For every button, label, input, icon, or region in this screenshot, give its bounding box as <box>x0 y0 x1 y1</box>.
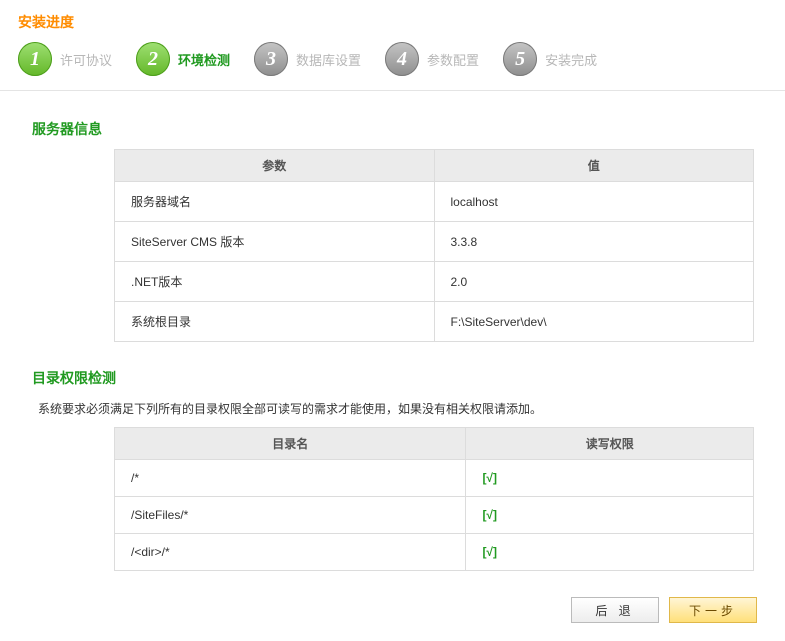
table-row: /<dir>/* [√] <box>115 534 754 571</box>
perm-status: [√] <box>466 534 754 571</box>
step-circle-icon: 2 <box>136 42 170 76</box>
next-button[interactable]: 下一步 <box>669 597 757 623</box>
perm-check-header-perm: 读写权限 <box>466 428 754 460</box>
server-info-param: 系统根目录 <box>115 302 435 342</box>
button-bar: 后 退 下一步 <box>0 597 785 641</box>
back-button[interactable]: 后 退 <box>571 597 659 623</box>
server-info-param: .NET版本 <box>115 262 435 302</box>
check-icon: [√] <box>482 471 497 485</box>
perm-dir: /<dir>/* <box>115 534 466 571</box>
perm-dir: /* <box>115 460 466 497</box>
check-icon: [√] <box>482 545 497 559</box>
perm-check-table: 目录名 读写权限 /* [√] /SiteFiles/* [√] /<dir>/* [√] <box>114 427 754 571</box>
table-row: SiteServer CMS 版本3.3.8 <box>115 222 754 262</box>
server-info-value: 3.3.8 <box>434 222 754 262</box>
page-title: 安装进度 <box>0 0 785 40</box>
server-info-body: 服务器域名localhostSiteServer CMS 版本3.3.8.NET… <box>115 182 754 342</box>
step-2: 2 环境检测 <box>136 42 230 76</box>
perm-status: [√] <box>466 460 754 497</box>
step-label: 数据库设置 <box>296 50 361 69</box>
server-info-param: 服务器域名 <box>115 182 435 222</box>
step-4: 4 参数配置 <box>385 42 479 76</box>
server-info-table: 参数 值 服务器域名localhostSiteServer CMS 版本3.3.… <box>114 149 754 342</box>
server-info-value: F:\SiteServer\dev\ <box>434 302 754 342</box>
perm-status: [√] <box>466 497 754 534</box>
server-info-title: 服务器信息 <box>32 119 757 139</box>
step-label: 环境检测 <box>178 50 230 69</box>
table-row: /SiteFiles/* [√] <box>115 497 754 534</box>
table-row: 系统根目录F:\SiteServer\dev\ <box>115 302 754 342</box>
step-label: 安装完成 <box>545 50 597 69</box>
table-row: 服务器域名localhost <box>115 182 754 222</box>
check-icon: [√] <box>482 508 497 522</box>
step-label: 许可协议 <box>60 50 112 69</box>
perm-dir: /SiteFiles/* <box>115 497 466 534</box>
step-1: 1 许可协议 <box>18 42 112 76</box>
table-row: .NET版本2.0 <box>115 262 754 302</box>
server-info-header-value: 值 <box>434 150 754 182</box>
step-circle-icon: 5 <box>503 42 537 76</box>
step-3: 3 数据库设置 <box>254 42 361 76</box>
table-row: /* [√] <box>115 460 754 497</box>
step-circle-icon: 3 <box>254 42 288 76</box>
divider <box>0 90 785 91</box>
perm-check-body: /* [√] /SiteFiles/* [√] /<dir>/* [√] <box>115 460 754 571</box>
step-label: 参数配置 <box>427 50 479 69</box>
server-info-header-param: 参数 <box>115 150 435 182</box>
step-circle-icon: 4 <box>385 42 419 76</box>
server-info-value: 2.0 <box>434 262 754 302</box>
perm-check-desc: 系统要求必须满足下列所有的目录权限全部可读写的需求才能使用，如果没有相关权限请添… <box>38 400 757 417</box>
step-circle-icon: 1 <box>18 42 52 76</box>
perm-check-title: 目录权限检测 <box>32 368 757 388</box>
step-bar: 1 许可协议 2 环境检测 3 数据库设置 4 参数配置 5 安装完成 <box>0 40 785 90</box>
server-info-value: localhost <box>434 182 754 222</box>
perm-check-header-dir: 目录名 <box>115 428 466 460</box>
step-5: 5 安装完成 <box>503 42 597 76</box>
server-info-param: SiteServer CMS 版本 <box>115 222 435 262</box>
